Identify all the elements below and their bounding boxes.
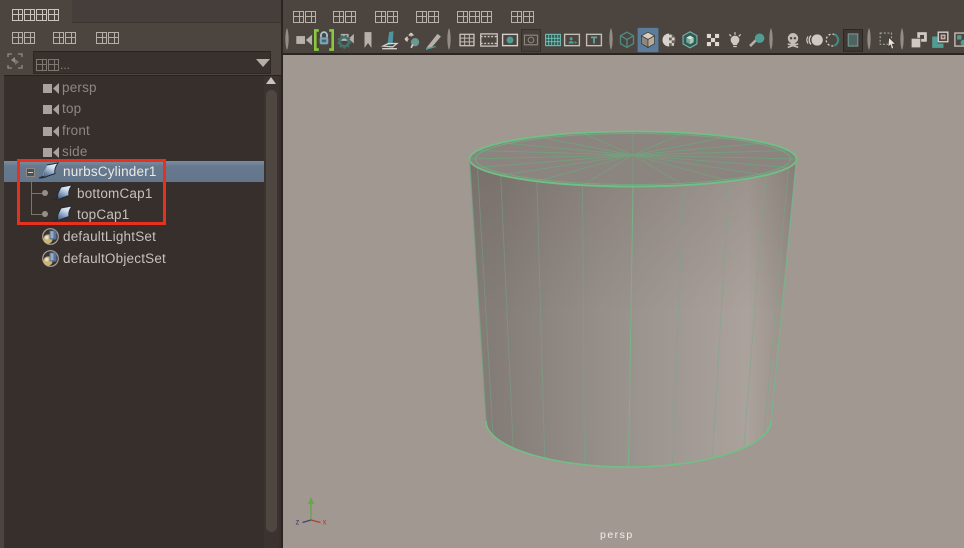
svg-text:persp: persp (600, 529, 634, 541)
svg-text:z: z (296, 518, 300, 527)
svg-text:x: x (323, 518, 327, 527)
